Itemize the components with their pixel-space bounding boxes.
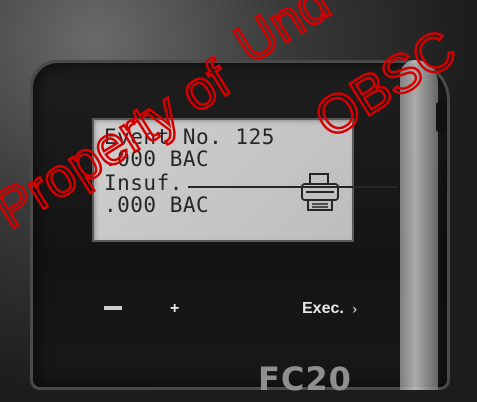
lcd-bac-line-1: .000 BAC [104,147,210,171]
device-bezel [400,60,438,390]
plus-key[interactable]: + [170,300,179,318]
exec-key[interactable]: Exec. [302,300,344,318]
keypad-row: + Exec. [0,300,477,330]
printer-icon [301,173,339,211]
lcd-rule [188,186,398,188]
model-label: FC20 [258,360,352,398]
exec-arrow-icon: › [352,302,358,318]
side-button[interactable] [436,102,446,132]
lcd-status-line: Insuf. [104,171,183,195]
minus-key[interactable] [104,306,122,310]
lcd-event-line: Event No. 125 [104,125,275,149]
lcd-bac-line-2: .000 BAC [104,193,210,217]
